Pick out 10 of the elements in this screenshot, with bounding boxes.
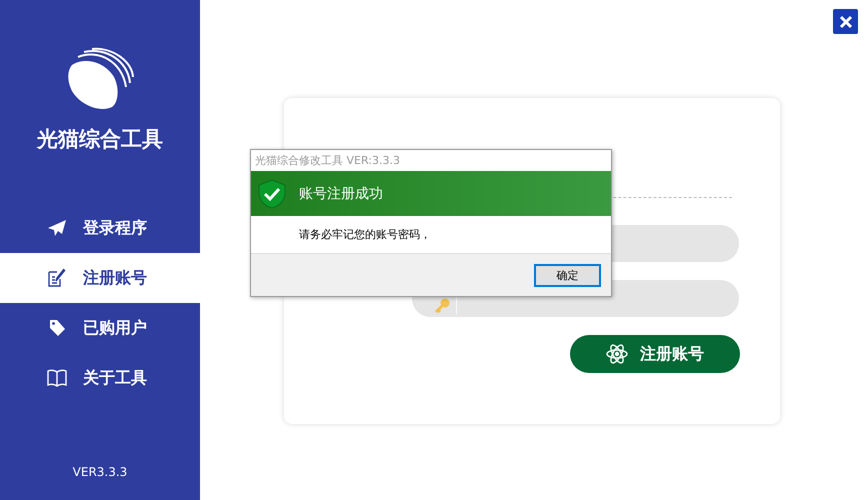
dialog-title: 光猫综合修改工具 VER:3.3.3 xyxy=(254,153,401,169)
success-title: 账号注册成功 xyxy=(299,184,383,202)
app-title: 光猫综合工具 xyxy=(37,126,163,153)
register-button[interactable]: 注册账号 xyxy=(570,335,740,373)
nav-item[interactable]: 已购用户 xyxy=(0,303,200,353)
nav-item[interactable]: 注册账号 xyxy=(0,253,200,303)
ok-button[interactable]: 确定 xyxy=(534,264,601,286)
nav-item[interactable]: 登录程序 xyxy=(0,203,200,253)
version-label: VER3.3.3 xyxy=(72,465,128,479)
nav-item[interactable]: 关于工具 xyxy=(0,353,200,403)
